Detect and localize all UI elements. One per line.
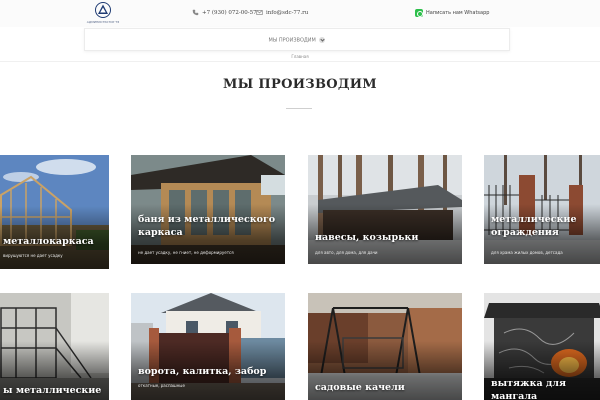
card-title: ворота, калитка, забор <box>138 366 267 377</box>
mail-icon <box>256 10 263 15</box>
divider <box>0 61 600 62</box>
phone-number: +7 (930) 072-00-57 <box>202 9 257 16</box>
chevron-down-icon <box>319 37 326 43</box>
logo-caption: АДМИНИСТРАТОР ТЭ <box>86 20 120 24</box>
company-logo[interactable]: АДМИНИСТРАТОР ТЭ <box>86 2 120 24</box>
card-subtitle: откатные, распашные <box>138 383 185 388</box>
product-card-metal-stairs[interactable]: ы металлические <box>0 293 109 400</box>
card-title: металлические ограждения <box>491 214 577 238</box>
card-title: садовые качели <box>315 382 405 393</box>
card-title: навесы, козырьки <box>315 232 419 243</box>
product-card-gates[interactable]: ворота, калитка, забор откатные, распашн… <box>131 293 285 400</box>
card-title: ы металлические <box>3 385 102 396</box>
product-card-metal-frame[interactable]: металлокаркаса вирушуются не дает усадку <box>0 155 109 269</box>
main-nav: МЫ ПРОИЗВОДИМ <box>84 28 510 51</box>
phone-icon <box>192 9 199 16</box>
card-subtitle: вирушуются не дает усадку <box>3 253 63 258</box>
whatsapp-button[interactable]: Написать нам Whatsapp <box>415 9 489 17</box>
logo-emblem-icon <box>95 2 111 18</box>
site-header: АДМИНИСТРАТОР ТЭ +7 (930) 072-00-57 info… <box>0 0 600 27</box>
card-title: металлокаркаса <box>3 236 94 247</box>
card-subtitle: для храма жилых домов, детсада <box>491 250 563 255</box>
whatsapp-label: Написать нам Whatsapp <box>426 10 490 16</box>
title-underline <box>286 108 312 109</box>
product-card-bathhouse[interactable]: баня из металлического каркаса не дает у… <box>131 155 285 264</box>
whatsapp-icon <box>415 9 423 17</box>
card-title: вытяжка для мангала <box>491 378 566 400</box>
email-address: info@sdc-77.ru <box>266 9 309 16</box>
card-title: баня из металлического каркаса <box>138 214 276 238</box>
product-card-canopies[interactable]: навесы, козырьки для авто, для дома, для… <box>308 155 462 264</box>
card-subtitle: для авто, для дома, для дачи <box>315 250 378 255</box>
nav-menu-we-produce[interactable]: МЫ ПРОИЗВОДИМ <box>85 37 509 44</box>
phone-link[interactable]: +7 (930) 072-00-57 <box>192 9 257 16</box>
product-card-fences[interactable]: металлические ограждения для храма жилых… <box>484 155 600 264</box>
page-title: МЫ ПРОИЗВОДИМ <box>222 77 377 92</box>
email-link[interactable]: info@sdc-77.ru <box>256 9 308 16</box>
breadcrumb[interactable]: Главная <box>0 54 600 59</box>
card-subtitle: не дает усадку, не гниет, не деформирует… <box>138 250 234 255</box>
product-card-garden-swings[interactable]: садовые качели <box>308 293 462 400</box>
product-card-grill-hood[interactable]: вытяжка для мангала <box>484 293 600 400</box>
nav-menu-label: МЫ ПРОИЗВОДИМ <box>268 37 316 44</box>
